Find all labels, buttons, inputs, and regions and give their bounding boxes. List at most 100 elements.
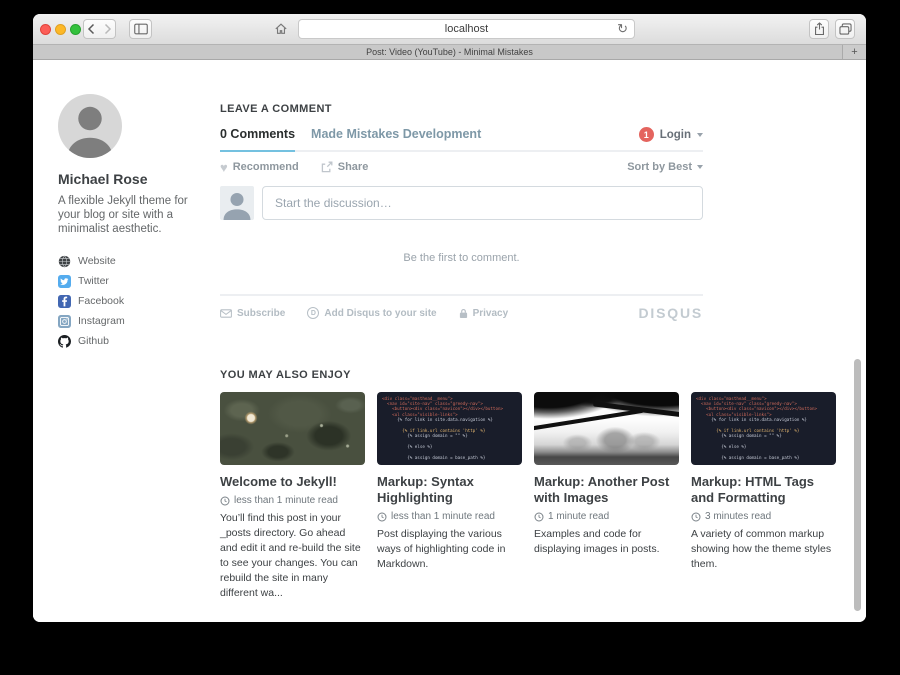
chevron-left-icon (86, 23, 97, 35)
address-bar[interactable]: localhost ↻ (298, 19, 635, 39)
scrollbar-thumb[interactable] (854, 359, 861, 611)
tab-overview-button[interactable] (835, 19, 855, 39)
sidebar-item-website[interactable]: Website (58, 251, 210, 271)
share-discussion-button[interactable]: Share (321, 161, 369, 173)
related-posts-section: YOU MAY ALSO ENJOY Welcome to Jekyll! le… (220, 369, 836, 601)
post-thumbnail[interactable] (220, 392, 365, 465)
add-disqus-label: Add Disqus to your site (324, 308, 436, 319)
browser-toolbar: localhost ↻ (33, 14, 866, 45)
subscribe-label: Subscribe (237, 308, 285, 319)
related-card: <div class="masthead__menu"> <nav id="si… (377, 392, 522, 601)
read-time: 1 minute read (548, 511, 609, 522)
add-disqus-link[interactable]: D Add Disqus to your site (307, 307, 436, 319)
close-window-button[interactable] (40, 24, 51, 35)
github-icon (58, 335, 71, 348)
recommend-button[interactable]: ♥ Recommend (220, 161, 299, 173)
tab-bar: Post: Video (YouTube) - Minimal Mistakes… (33, 45, 866, 60)
refresh-icon[interactable]: ↻ (617, 21, 628, 37)
guest-avatar (220, 186, 254, 220)
post-thumbnail[interactable]: <div class="masthead__menu"> <nav id="si… (377, 392, 522, 465)
sidebar-toggle-button[interactable] (129, 19, 152, 39)
tabs-icon (839, 23, 852, 35)
post-title[interactable]: Markup: Another Post with Images (534, 474, 679, 506)
zoom-window-button[interactable] (70, 24, 81, 35)
link-label: Github (78, 335, 109, 347)
back-button[interactable] (83, 19, 100, 39)
heart-icon: ♥ (220, 162, 228, 173)
post-thumbnail[interactable] (534, 392, 679, 465)
post-excerpt: Examples and code for displaying images … (534, 527, 679, 557)
recommend-label: Recommend (233, 161, 299, 173)
link-label: Facebook (78, 295, 124, 307)
sidebar-item-twitter[interactable]: Twitter (58, 271, 210, 291)
related-title: YOU MAY ALSO ENJOY (220, 369, 836, 381)
subscribe-link[interactable]: Subscribe (220, 308, 285, 319)
tab-community[interactable]: Made Mistakes Development (311, 127, 481, 141)
page-content: Michael Rose A flexible Jekyll theme for… (33, 60, 866, 622)
disqus-d-icon: D (307, 307, 319, 319)
sidebar-item-instagram[interactable]: Instagram (58, 311, 210, 331)
comment-editor (220, 186, 703, 220)
share-label: Share (338, 161, 369, 173)
share-arrow-icon (321, 161, 333, 173)
notification-badge: 1 (639, 127, 654, 142)
avatar (58, 94, 122, 158)
comment-input[interactable] (262, 186, 703, 220)
sidebar-item-facebook[interactable]: Facebook (58, 291, 210, 311)
empty-state-message: Be the first to comment. (220, 252, 703, 264)
read-time: less than 1 minute read (234, 495, 338, 506)
share-icon (814, 22, 825, 36)
disqus-footer: Subscribe D Add Disqus to your site Priv… (220, 294, 703, 321)
clock-icon (220, 496, 230, 506)
person-silhouette-icon (58, 94, 122, 158)
sort-selector[interactable]: Sort by Best (627, 161, 703, 173)
login-control[interactable]: 1 Login (639, 127, 703, 142)
link-label: Twitter (78, 275, 109, 287)
read-time: 3 minutes read (705, 511, 771, 522)
clock-icon (534, 512, 544, 522)
envelope-icon (220, 309, 232, 318)
post-title[interactable]: Welcome to Jekyll! (220, 474, 365, 490)
privacy-link[interactable]: Privacy (459, 308, 509, 319)
post-title[interactable]: Markup: Syntax Highlighting (377, 474, 522, 506)
twitter-icon (58, 275, 71, 288)
author-links: Website Twitter Facebook Instagram Githu… (58, 251, 210, 351)
post-thumbnail[interactable]: <div class="masthead__menu"> <nav id="si… (691, 392, 836, 465)
home-button[interactable] (274, 22, 288, 40)
window-controls (40, 24, 81, 35)
browser-window: localhost ↻ Post: Video (YouTube) - Mini… (33, 14, 866, 622)
globe-icon (58, 255, 71, 268)
url-text: localhost (445, 23, 488, 35)
facebook-icon (58, 295, 71, 308)
comments-section: LEAVE A COMMENT 0 Comments Made Mistakes… (220, 103, 703, 321)
new-tab-button[interactable]: + (842, 45, 866, 59)
share-button[interactable] (809, 19, 829, 39)
sidebar-icon (134, 23, 148, 35)
forward-button[interactable] (99, 19, 116, 39)
tab-comments-count[interactable]: 0 Comments (220, 127, 295, 152)
chevron-right-icon (102, 23, 113, 35)
chevron-down-icon (697, 133, 703, 137)
active-tab-title[interactable]: Post: Video (YouTube) - Minimal Mistakes (366, 47, 533, 57)
author-bio: A flexible Jekyll theme for your blog or… (58, 194, 210, 236)
disqus-logo[interactable]: DISQUS (639, 305, 703, 321)
lock-icon (459, 308, 468, 319)
disqus-actions: ♥ Recommend Share Sort by Best (220, 152, 703, 180)
privacy-label: Privacy (473, 308, 509, 319)
sidebar-item-github[interactable]: Github (58, 331, 210, 351)
read-time: less than 1 minute read (391, 511, 495, 522)
related-card: Welcome to Jekyll! less than 1 minute re… (220, 392, 365, 601)
person-silhouette-icon (220, 186, 254, 220)
author-name: Michael Rose (58, 171, 210, 187)
related-card: <div class="masthead__menu"> <nav id="si… (691, 392, 836, 601)
instagram-icon (58, 315, 71, 328)
minimize-window-button[interactable] (55, 24, 66, 35)
post-title[interactable]: Markup: HTML Tags and Formatting (691, 474, 836, 506)
disqus-tabs: 0 Comments Made Mistakes Development 1 L… (220, 127, 703, 152)
post-excerpt: Post displaying the various ways of high… (377, 527, 522, 572)
clock-icon (691, 512, 701, 522)
home-icon (274, 22, 288, 35)
comments-title: LEAVE A COMMENT (220, 103, 703, 115)
post-excerpt: You’ll find this post in your _posts dir… (220, 511, 365, 601)
link-label: Website (78, 255, 116, 267)
